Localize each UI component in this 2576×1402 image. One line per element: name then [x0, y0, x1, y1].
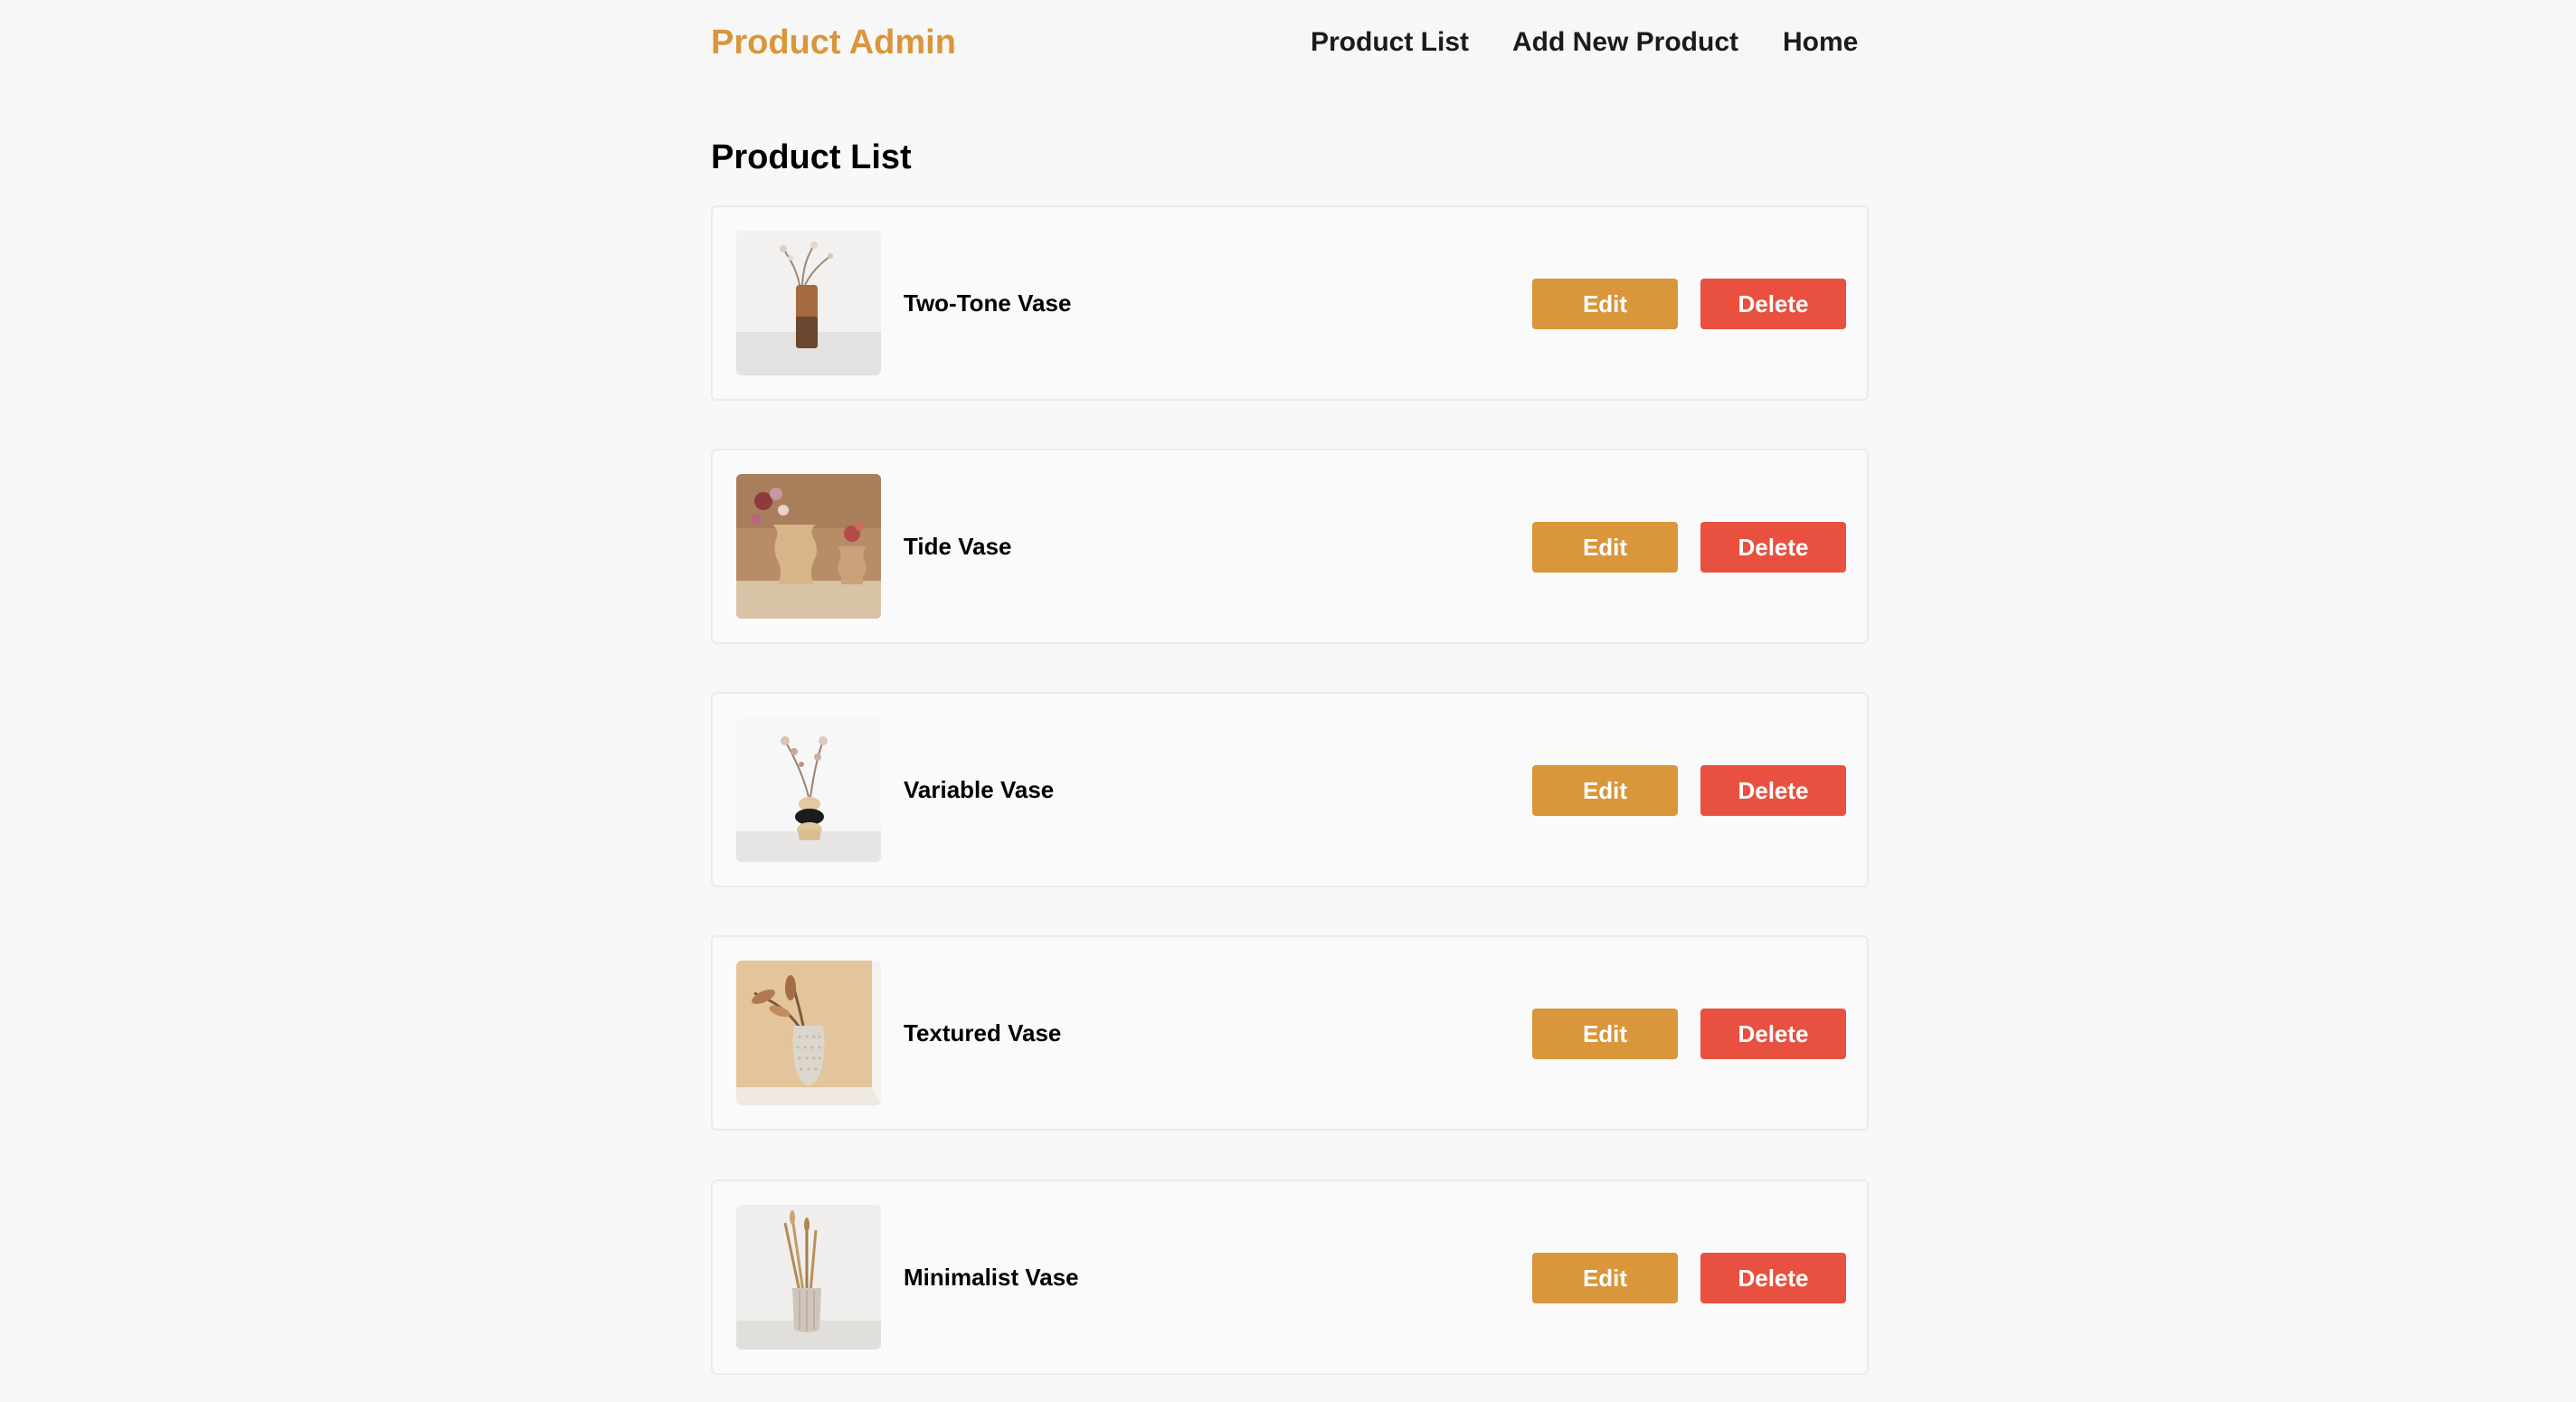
product-card: Tide Vase Edit Delete	[711, 449, 1869, 644]
edit-button[interactable]: Edit	[1532, 1253, 1678, 1303]
product-name: Minimalist Vase	[904, 1264, 1079, 1291]
product-thumbnail	[736, 231, 881, 375]
product-name: Tide Vase	[904, 533, 1012, 560]
product-card: Variable Vase Edit Delete	[711, 692, 1869, 887]
page-title: Product List	[711, 138, 912, 176]
product-thumbnail	[736, 717, 881, 862]
product-card: Two-Tone Vase Edit Delete	[711, 205, 1869, 401]
product-name: Textured Vase	[904, 1019, 1062, 1047]
product-thumbnail	[736, 1205, 881, 1350]
tide-vase-image	[736, 474, 881, 619]
delete-button[interactable]: Delete	[1700, 1009, 1846, 1059]
top-navbar: Product Admin Product List Add New Produ…	[0, 0, 2576, 103]
brand-logo-text[interactable]: Product Admin	[711, 20, 956, 65]
edit-button[interactable]: Edit	[1532, 765, 1678, 816]
delete-button[interactable]: Delete	[1700, 1253, 1846, 1303]
nav-link-product-list[interactable]: Product List	[1311, 23, 1469, 62]
edit-button[interactable]: Edit	[1532, 1009, 1678, 1059]
edit-button[interactable]: Edit	[1532, 522, 1678, 573]
product-thumbnail	[736, 474, 881, 619]
delete-button[interactable]: Delete	[1700, 765, 1846, 816]
product-name: Variable Vase	[904, 776, 1055, 803]
variable-vase-image	[736, 717, 881, 862]
two-tone-vase-image	[736, 231, 881, 375]
nav-link-home[interactable]: Home	[1783, 23, 1858, 62]
delete-button[interactable]: Delete	[1700, 522, 1846, 573]
edit-button[interactable]: Edit	[1532, 279, 1678, 329]
nav-link-add-new-product[interactable]: Add New Product	[1512, 23, 1738, 62]
delete-button[interactable]: Delete	[1700, 279, 1846, 329]
product-card: Minimalist Vase Edit Delete	[711, 1179, 1869, 1375]
textured-vase-image	[736, 961, 881, 1105]
product-thumbnail	[736, 961, 881, 1105]
product-card: Textured Vase Edit Delete	[711, 935, 1869, 1131]
minimalist-vase-image	[736, 1205, 881, 1350]
product-name: Two-Tone Vase	[904, 289, 1072, 317]
